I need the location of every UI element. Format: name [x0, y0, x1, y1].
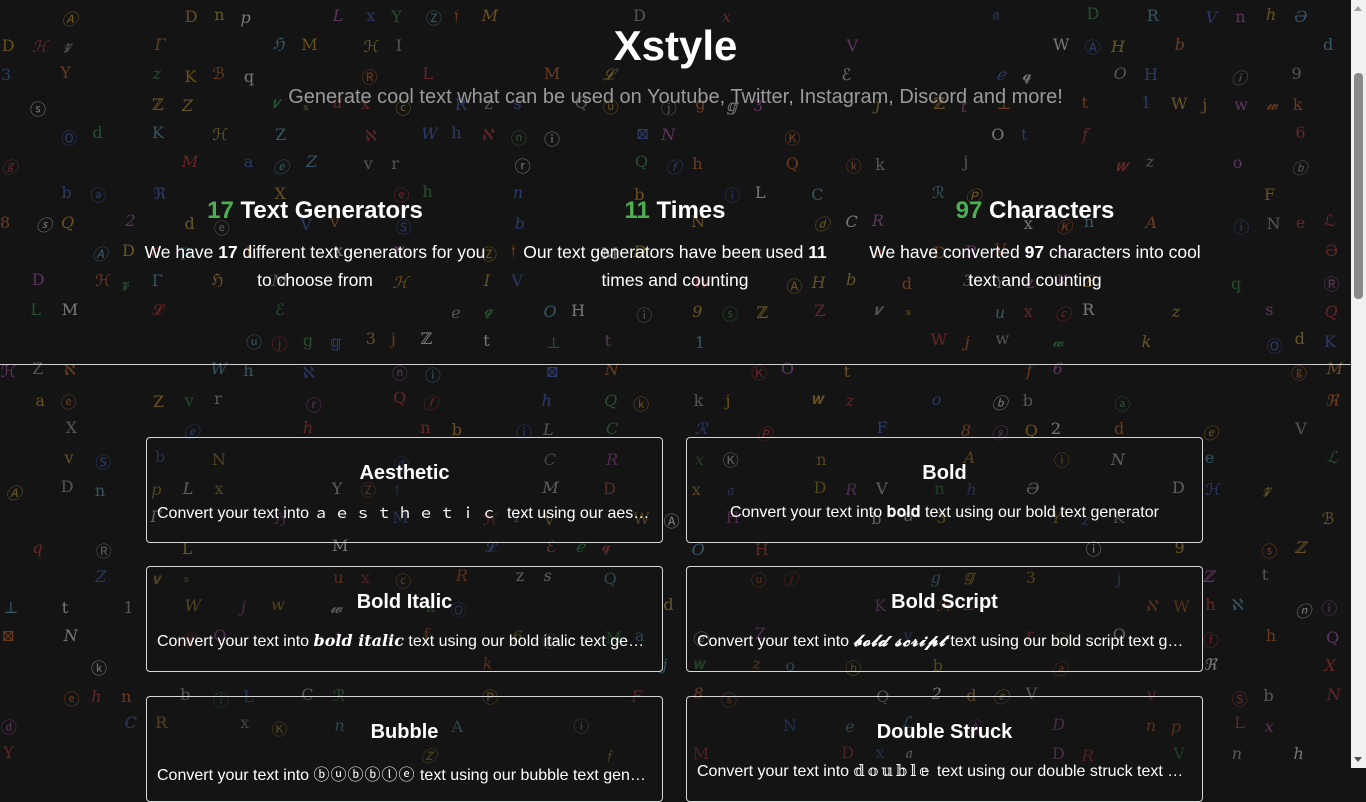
stats-section: 17 Text Generators We have 17 different …: [135, 196, 1215, 294]
card-description-post: text using our aesthetic text generator: [506, 505, 652, 522]
stat-label: Text Generators: [240, 197, 423, 224]
stat-description-value: 97: [1024, 242, 1045, 262]
stat-number: 11: [624, 197, 650, 224]
card-title: Bold Script: [891, 591, 998, 613]
card-bubble[interactable]: Bubble Convert your text into ⓑⓤⓑⓑⓛⓔ tex…: [146, 696, 663, 802]
scroll-up-arrow-icon[interactable]: [1351, 0, 1366, 17]
stat-times: 11 Times Our text generators have been u…: [495, 196, 855, 294]
stat-heading: 17 Text Generators: [135, 196, 495, 226]
stat-text-generators: 17 Text Generators We have 17 different …: [135, 196, 495, 294]
stat-description-value: 11: [808, 242, 827, 262]
stat-description-pre: Our text generators have been used: [523, 242, 809, 262]
stat-label: Characters: [988, 197, 1115, 224]
stat-description: We have converted 97 characters into coo…: [855, 238, 1215, 294]
stat-description: We have 17 different text generators for…: [135, 238, 495, 294]
card-title: Bold Italic: [356, 591, 453, 613]
card-example-text: 𝐛𝐨𝐥𝐝: [886, 502, 921, 521]
stat-heading: 97 Characters: [855, 196, 1215, 226]
card-title: Double Struck: [876, 721, 1013, 743]
card-description-post: text using our bubble text generator: [415, 767, 652, 784]
stat-description-post: times and counting: [601, 270, 749, 290]
section-divider: [0, 364, 1351, 365]
card-description: Convert your text into 𝓫𝓸𝓵𝓭 𝓼𝓬𝓻𝓲𝓹𝓽 text …: [697, 631, 1192, 651]
stat-description: Our text generators have been used 11 ti…: [495, 238, 855, 294]
card-double-struck[interactable]: Double Struck Convert your text into 𝕕𝕠𝕦…: [686, 696, 1203, 802]
stat-heading: 11 Times: [495, 196, 855, 226]
page-content: Xstyle Generate cool text what can be us…: [0, 0, 1351, 802]
card-description: Convert your text into 𝐛𝐨𝐥𝐝 text using o…: [697, 502, 1192, 522]
card-description-post: text using our double struck text genera…: [936, 763, 1192, 780]
card-description: Convert your text into 𝒃𝒐𝒍𝒅 𝒊𝒕𝒂𝒍𝒊𝒄 text …: [157, 631, 652, 651]
stat-description-pre: We have converted: [869, 242, 1025, 262]
card-bold-script[interactable]: Bold Script Convert your text into 𝓫𝓸𝓵𝓭 …: [686, 566, 1203, 672]
card-bold[interactable]: Bold Convert your text into 𝐛𝐨𝐥𝐝 text us…: [686, 437, 1203, 543]
site-subtitle: Generate cool text what can be used on Y…: [288, 86, 1063, 108]
card-description-pre: Convert your text into: [157, 505, 314, 522]
card-title: Aesthetic: [359, 462, 450, 484]
stat-description-pre: We have: [144, 242, 219, 262]
card-example-text: 𝕕𝕠𝕦𝕓𝕝𝕖: [853, 761, 933, 780]
scroll-down-arrow-icon[interactable]: [1351, 751, 1366, 768]
card-example-text: ａｅｓｔｈｅｔｉｃ: [313, 504, 503, 522]
card-description: Convert your text into ⓑⓤⓑⓑⓛⓔ text using…: [157, 761, 652, 785]
card-example-text: 𝓫𝓸𝓵𝓭 𝓼𝓬𝓻𝓲𝓹𝓽: [853, 631, 946, 650]
card-description-post: text using our bold script text generato…: [950, 633, 1192, 650]
stat-description-post: different text generators for you to cho…: [237, 242, 486, 290]
card-title: Bold: [922, 462, 967, 484]
stat-description-value: 17: [218, 242, 238, 262]
card-description-pre: Convert your text into: [697, 763, 854, 780]
stat-number: 17: [207, 197, 234, 224]
card-aesthetic[interactable]: Aesthetic Convert your text into ａｅｓｔｈｅｔ…: [146, 437, 663, 543]
card-description: Convert your text into ａｅｓｔｈｅｔｉｃ text us…: [157, 502, 652, 523]
card-description-post: text using our bold italic text generato…: [403, 633, 652, 650]
card-description-pre: Convert your text into: [697, 633, 854, 650]
card-description: Convert your text into 𝕕𝕠𝕦𝕓𝕝𝕖 text using…: [697, 761, 1192, 781]
scrollbar-thumb[interactable]: [1354, 73, 1363, 299]
card-description-pre: Convert your text into: [730, 504, 887, 521]
card-bold-italic[interactable]: Bold Italic Convert your text into 𝒃𝒐𝒍𝒅 …: [146, 566, 663, 672]
stat-label: Times: [656, 197, 726, 224]
card-title: Bubble: [370, 721, 439, 743]
vertical-scrollbar[interactable]: [1351, 0, 1366, 768]
card-description-post: text using our bold text generator: [920, 504, 1159, 521]
card-description-pre: Convert your text into: [157, 633, 314, 650]
card-description-pre: Convert your text into: [157, 767, 314, 784]
stat-characters: 97 Characters We have converted 97 chara…: [855, 196, 1215, 294]
site-title: Xstyle: [613, 22, 738, 69]
card-example-text: 𝒃𝒐𝒍𝒅 𝒊𝒕𝒂𝒍𝒊𝒄: [313, 631, 404, 650]
stat-number: 97: [955, 197, 983, 224]
